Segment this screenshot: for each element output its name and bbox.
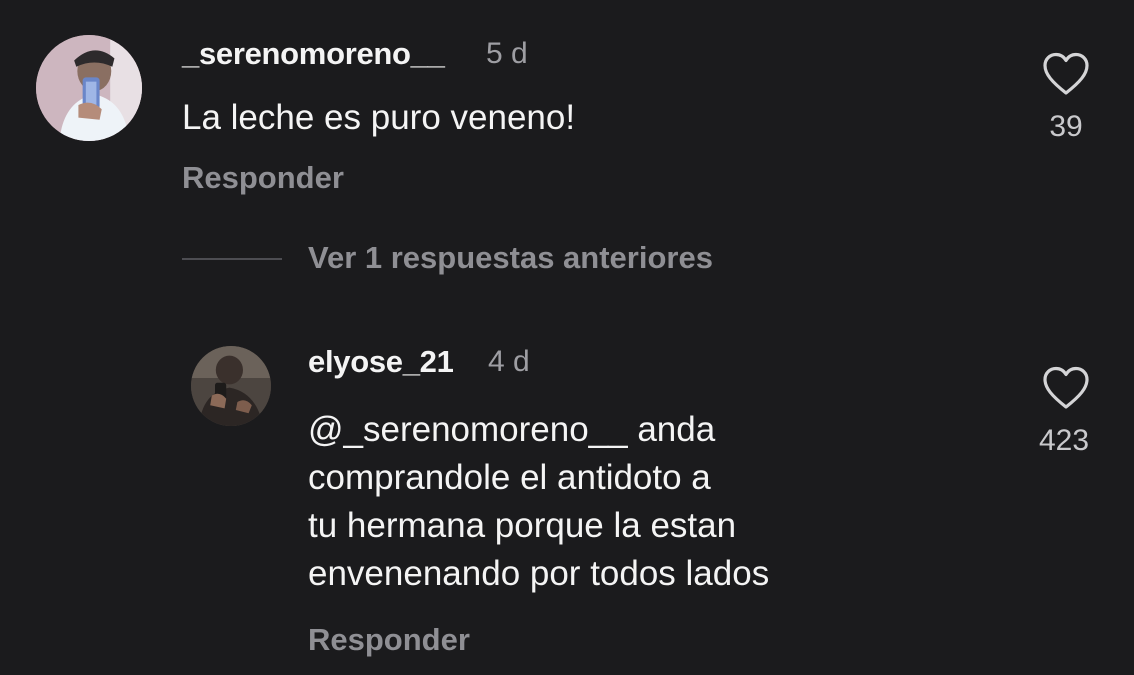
comments-view: _serenomoreno__ 5 d La leche es puro ven…	[0, 0, 1134, 675]
comment-text-line: tu hermana porque la estan	[308, 506, 737, 545]
like-count: 39	[1049, 110, 1083, 143]
comment-text: @_serenomoreno__ anda comprandole el ant…	[308, 406, 769, 598]
comment-timestamp: 5 d	[486, 37, 528, 70]
view-previous-replies-button[interactable]: Ver 1 respuestas anteriores	[308, 240, 713, 276]
reply-button[interactable]: Responder	[308, 622, 470, 658]
comment-text-line: envenenando por todos lados	[308, 554, 770, 593]
comment-username[interactable]: elyose_21	[308, 344, 454, 380]
divider	[182, 258, 282, 260]
profile-photo-icon	[36, 35, 142, 141]
comment-username[interactable]: _serenomoreno__	[182, 36, 445, 72]
comment-text-line: comprandole el antidoto a	[308, 458, 711, 497]
comment-timestamp: 4 d	[488, 345, 530, 378]
avatar[interactable]	[36, 35, 142, 141]
reply-button[interactable]: Responder	[182, 160, 344, 196]
avatar[interactable]	[191, 346, 271, 426]
comment-text-line: La leche es puro veneno!	[182, 98, 576, 137]
comment-text-line: @_serenomoreno__ anda	[308, 410, 716, 449]
like-count: 423	[1038, 424, 1090, 457]
heart-outline-icon[interactable]	[1042, 52, 1090, 96]
comment-text: La leche es puro veneno!	[182, 94, 575, 142]
heart-outline-icon[interactable]	[1042, 366, 1090, 410]
profile-photo-icon	[191, 346, 271, 426]
